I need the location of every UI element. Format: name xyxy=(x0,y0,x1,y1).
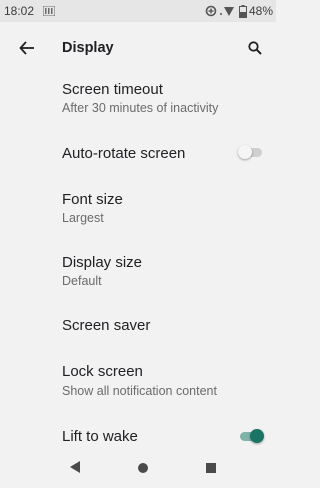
toggle-thumb xyxy=(250,429,264,443)
setting-subtitle: Largest xyxy=(62,211,104,225)
page-title: Display xyxy=(62,40,114,56)
wifi-icon xyxy=(219,5,237,17)
setting-lock-screen[interactable]: Lock screen Show all notification conten… xyxy=(0,356,276,408)
back-button[interactable] xyxy=(16,37,38,59)
search-icon xyxy=(248,41,262,55)
setting-title: Lift to wake xyxy=(62,428,138,445)
search-button[interactable] xyxy=(244,37,266,59)
home-circle-icon xyxy=(138,463,148,473)
setting-subtitle: Show all notification content xyxy=(62,384,217,398)
nav-back-button[interactable] xyxy=(69,460,81,479)
setting-subtitle: Default xyxy=(62,274,102,288)
system-nav-bar xyxy=(0,448,276,488)
sim-icon xyxy=(42,5,56,17)
back-arrow-icon xyxy=(19,41,34,55)
back-triangle-icon xyxy=(70,461,80,473)
nav-home-button[interactable] xyxy=(137,461,149,479)
setting-title: Auto-rotate screen xyxy=(62,145,186,162)
status-bar: 18:02 48% xyxy=(0,0,276,22)
toggle-thumb xyxy=(238,145,252,159)
battery-icon xyxy=(238,4,247,18)
nav-recents-button[interactable] xyxy=(205,461,217,479)
recents-square-icon xyxy=(206,463,216,473)
setting-title: Display size xyxy=(62,254,143,271)
setting-title: Lock screen xyxy=(62,363,143,380)
setting-auto-rotate[interactable]: Auto-rotate screen xyxy=(0,126,276,176)
status-icons: 48% xyxy=(205,4,273,18)
setting-screen-saver[interactable]: Screen saver xyxy=(0,306,276,350)
setting-screen-timeout[interactable]: Screen timeout After 30 minutes of inact… xyxy=(0,74,276,124)
status-time: 18:02 xyxy=(4,4,35,18)
data-saver-icon xyxy=(205,5,217,17)
setting-title: Font size xyxy=(62,191,123,208)
setting-font-size[interactable]: Font size Largest xyxy=(0,180,276,236)
lift-to-wake-toggle[interactable] xyxy=(238,428,264,444)
auto-rotate-toggle[interactable] xyxy=(238,144,264,160)
setting-display-size[interactable]: Display size Default xyxy=(0,238,276,294)
setting-title: Screen timeout xyxy=(62,81,163,98)
app-bar: Display xyxy=(0,22,276,74)
setting-title: Screen saver xyxy=(62,317,151,334)
setting-subtitle: After 30 minutes of inactivity xyxy=(62,101,219,115)
battery-percent: 48% xyxy=(248,4,273,18)
